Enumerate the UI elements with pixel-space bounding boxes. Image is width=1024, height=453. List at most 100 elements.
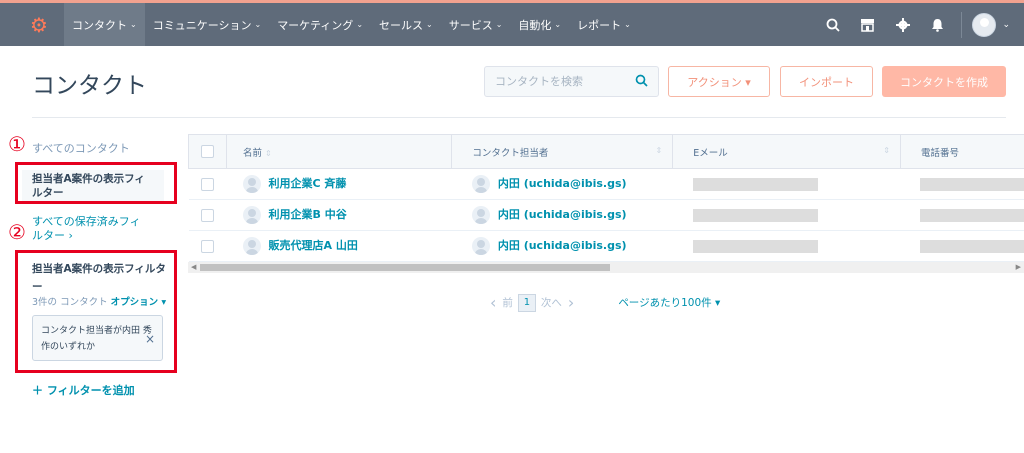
nav-item-reports[interactable]: レポート ⌄ [569, 3, 639, 46]
scroll-right-icon[interactable]: ▶ [1016, 262, 1021, 273]
sort-icon[interactable]: ⇕ [656, 146, 663, 155]
top-nav-bar: ⚙ コンタクト ⌄ コミュニケーション ⌄ マーケティング ⌄ セールス ⌄ サービス ⌄… [0, 0, 1024, 46]
row-select-cell [188, 168, 227, 200]
table-row[interactable]: 販売代理店A 山田 内田 (uchida@ibis.gs) [188, 230, 1024, 262]
phone-cell [900, 199, 1024, 231]
nav-divider [961, 11, 963, 38]
contact-avatar-icon [242, 206, 261, 224]
column-header-owner[interactable]: コンタクト担当者 ⇕ [451, 134, 674, 169]
nav-item-service[interactable]: サービス ⌄ [441, 3, 511, 46]
chevron-down-icon: ⌄ [624, 20, 631, 29]
marketplace-icon[interactable] [850, 3, 885, 46]
chevron-down-icon: ⌄ [426, 20, 433, 29]
pagination: ‹ 前 1 次へ › ページあたり100件 ▾ [484, 293, 720, 312]
owner-name: 内田 (uchida@ibis.gs) [497, 208, 627, 221]
next-page-link[interactable]: 次へ [541, 295, 562, 310]
user-avatar[interactable] [972, 12, 997, 37]
redacted-phone [920, 239, 1024, 253]
highlight-box-1 [15, 162, 177, 204]
nav-item-sales[interactable]: セールス ⌄ [371, 3, 441, 46]
contact-name-link[interactable]: 販売代理店A 山田 [269, 239, 358, 252]
row-checkbox[interactable] [200, 177, 214, 191]
per-page-dropdown[interactable]: ページあたり100件 ▾ [618, 295, 720, 310]
chevron-left-icon[interactable]: ‹ [490, 293, 496, 312]
row-checkbox[interactable] [200, 239, 214, 253]
create-contact-button[interactable]: コンタクトを作成 [882, 66, 1006, 97]
name-cell: 販売代理店A 山田 [226, 230, 452, 262]
name-cell: 利用企業B 中谷 [226, 199, 452, 231]
scrollbar-thumb[interactable] [200, 264, 610, 271]
name-cell: 利用企業C 斉藤 [226, 168, 452, 200]
chevron-right-icon[interactable]: › [568, 293, 574, 312]
chevron-down-icon: ⌄ [254, 20, 262, 29]
bell-icon[interactable] [920, 3, 955, 46]
contact-avatar-icon [242, 237, 261, 255]
current-page-number[interactable]: 1 [517, 293, 536, 312]
email-cell [672, 168, 901, 200]
search-icon[interactable] [815, 3, 850, 46]
chevron-down-icon: ⌄ [130, 20, 137, 29]
main-nav: コンタクト ⌄ コミュニケーション ⌄ マーケティング ⌄ セールス ⌄ サービス ⌄ 自… [64, 3, 639, 46]
nav-item-conversations[interactable]: コミュニケーション ⌄ [145, 3, 269, 46]
owner-cell: 内田 (uchida@ibis.gs) [451, 199, 673, 231]
owner-name: 内田 (uchida@ibis.gs) [497, 239, 627, 252]
scroll-left-icon[interactable]: ◀ [191, 262, 196, 273]
import-button[interactable]: インポート [780, 66, 873, 97]
sort-icon[interactable]: ⇕ [265, 149, 272, 158]
contact-search-box[interactable] [484, 66, 659, 97]
row-select-cell [188, 230, 227, 262]
email-cell [672, 230, 901, 262]
select-all-checkbox[interactable] [201, 145, 214, 158]
contacts-table: 名前 ⇕ コンタクト担当者 ⇕ Eメール ⇕ 電話番号 利用企業C 斉藤 内田 (u… [188, 134, 1024, 262]
owner-name: 内田 (uchida@ibis.gs) [497, 177, 627, 190]
annotation-marker-1: ① [8, 132, 26, 156]
contacts-table-container: 名前 ⇕ コンタクト担当者 ⇕ Eメール ⇕ 電話番号 利用企業C 斉藤 内田 (u… [188, 134, 1024, 274]
top-icons: ⌄ [815, 3, 1024, 46]
nav-item-marketing[interactable]: マーケティング ⌄ [269, 3, 371, 46]
header-divider [32, 117, 1006, 118]
page-title: コンタクト [32, 73, 147, 99]
horizontal-scrollbar[interactable]: ◀ ▶ [188, 262, 1024, 273]
row-select-cell [188, 199, 227, 231]
add-filter-link[interactable]: ＋ フィルターを追加 [32, 382, 135, 398]
email-cell [672, 199, 901, 231]
column-header-email[interactable]: Eメール ⇕ [672, 134, 901, 169]
redacted-phone [920, 208, 1024, 222]
search-icon[interactable] [635, 74, 648, 91]
chevron-down-icon: ⌄ [554, 20, 562, 29]
owner-avatar-icon [471, 175, 490, 193]
contact-name-link[interactable]: 利用企業B 中谷 [269, 208, 347, 221]
table-row[interactable]: 利用企業C 斉藤 内田 (uchida@ibis.gs) [188, 168, 1024, 200]
owner-avatar-icon [471, 206, 490, 224]
highlight-box-2 [15, 250, 177, 373]
chevron-down-icon[interactable]: ⌄ [1002, 20, 1010, 30]
table-header-row: 名前 ⇕ コンタクト担当者 ⇕ Eメール ⇕ 電話番号 [188, 134, 1024, 169]
contact-avatar-icon [242, 175, 261, 193]
redacted-email [692, 177, 818, 191]
annotation-marker-2: ② [8, 220, 26, 244]
phone-cell [900, 230, 1024, 262]
column-header-name[interactable]: 名前 ⇕ [225, 134, 453, 169]
phone-cell [900, 168, 1024, 200]
hubspot-logo-icon[interactable]: ⚙ [26, 12, 52, 38]
gear-icon[interactable] [885, 3, 920, 46]
sort-icon[interactable]: ⇕ [883, 146, 890, 155]
select-all-header [188, 134, 227, 169]
owner-avatar-icon [471, 237, 490, 255]
redacted-phone [920, 177, 1024, 191]
table-row[interactable]: 利用企業B 中谷 内田 (uchida@ibis.gs) [188, 199, 1024, 231]
all-contacts-link[interactable]: すべてのコンタクト [32, 140, 130, 156]
owner-cell: 内田 (uchida@ibis.gs) [451, 230, 673, 262]
redacted-email [692, 239, 818, 253]
chevron-down-icon: ⌄ [495, 20, 503, 29]
column-header-phone[interactable]: 電話番号 [899, 134, 1024, 169]
all-saved-filters-link[interactable]: すべての保存済みフィルター › [32, 215, 147, 243]
row-checkbox[interactable] [200, 208, 214, 222]
contact-name-link[interactable]: 利用企業C 斉藤 [269, 177, 347, 190]
prev-page-link[interactable]: 前 [502, 295, 513, 310]
actions-button[interactable]: アクション ▾ [668, 66, 770, 97]
nav-item-automation[interactable]: 自動化 ⌄ [510, 3, 569, 46]
owner-cell: 内田 (uchida@ibis.gs) [451, 168, 673, 200]
contact-search-input[interactable] [485, 67, 625, 96]
nav-item-contacts[interactable]: コンタクト ⌄ [64, 3, 145, 46]
